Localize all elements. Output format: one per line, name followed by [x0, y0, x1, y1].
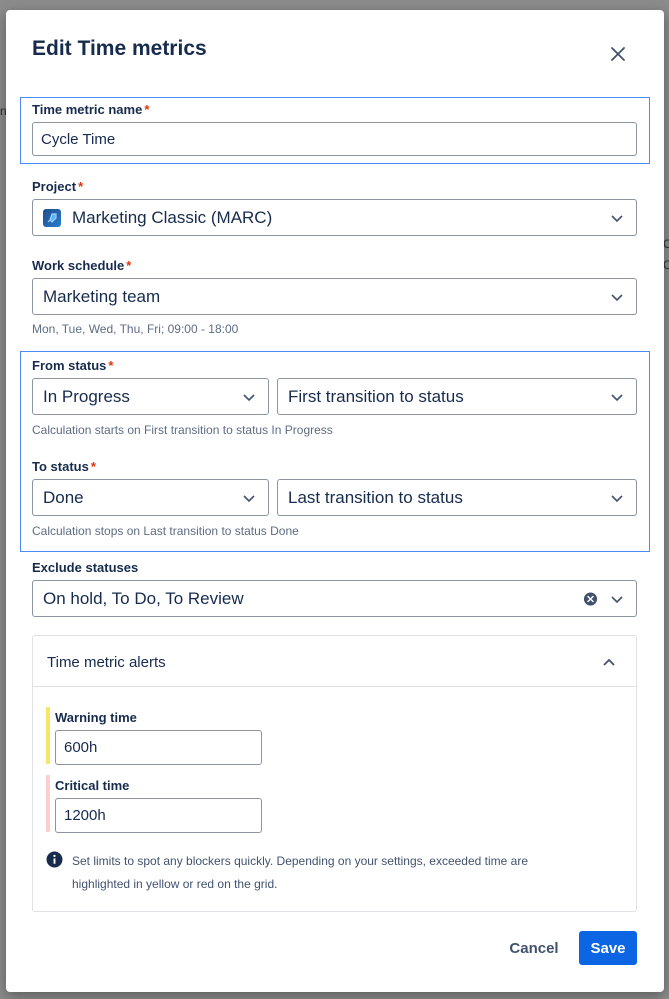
- alerts-info-line: Set limits to spot any blockers quickly.…: [72, 854, 529, 868]
- edit-time-metrics-dialog: Edit Time metrics Time metric name * Cycl…: [6, 10, 664, 992]
- chevron-down-icon: [611, 494, 623, 502]
- chevron-down-icon: [611, 595, 623, 603]
- dialog-title: Edit Time metrics: [32, 37, 207, 60]
- chevron-down-icon: [611, 393, 623, 401]
- chevron-down-icon: [243, 393, 255, 401]
- to-status-select[interactable]: Done: [32, 479, 269, 516]
- to-status-value: Done: [43, 487, 84, 507]
- critical-time-label: Critical time: [55, 778, 130, 793]
- close-button[interactable]: [604, 40, 632, 68]
- time-metric-alerts-panel: Time metric alerts Warning time 600h Cri…: [32, 635, 637, 912]
- critical-color-bar: [46, 775, 50, 832]
- from-status-value: In Progress: [43, 386, 130, 406]
- to-transition-value: Last transition to status: [288, 487, 463, 507]
- time-metric-name-value: Cycle Time: [41, 130, 116, 148]
- from-status-help: Calculation starts on First transition t…: [32, 423, 333, 437]
- exclude-statuses-label: Exclude statuses: [32, 560, 139, 575]
- chevron-down-icon: [243, 494, 255, 502]
- from-status-label: From status *: [32, 358, 114, 373]
- warning-color-bar: [46, 707, 50, 764]
- close-icon: [611, 47, 625, 61]
- exclude-statuses-select[interactable]: On hold, To Do, To Review: [32, 580, 637, 617]
- to-transition-select[interactable]: Last transition to status: [277, 479, 637, 516]
- critical-time-input[interactable]: 1200h: [55, 798, 262, 833]
- clear-icon[interactable]: [583, 591, 598, 606]
- alerts-header-toggle[interactable]: Time metric alerts: [33, 636, 636, 687]
- project-label: Project *: [32, 179, 84, 194]
- project-value: Marketing Classic (MARC): [72, 207, 273, 227]
- work-schedule-label: Work schedule *: [32, 258, 132, 273]
- chevron-up-icon: [603, 658, 615, 666]
- work-schedule-select[interactable]: Marketing team: [32, 278, 637, 315]
- alerts-info-text: Set limits to spot any blockers quickly.…: [72, 850, 528, 895]
- alerts-title: Time metric alerts: [47, 654, 166, 671]
- work-schedule-value: Marketing team: [43, 286, 161, 306]
- from-transition-value: First transition to status: [288, 386, 464, 406]
- cancel-button[interactable]: Cancel: [504, 931, 564, 965]
- to-status-help: Calculation stops on Last transition to …: [32, 524, 299, 538]
- time-metric-name-input[interactable]: Cycle Time: [32, 122, 637, 156]
- info-icon: [46, 851, 63, 868]
- from-status-select[interactable]: In Progress: [32, 378, 269, 415]
- from-transition-select[interactable]: First transition to status: [277, 378, 637, 415]
- warning-time-input[interactable]: 600h: [55, 730, 262, 765]
- project-rocket-icon: [43, 208, 61, 227]
- warning-time-value: 600h: [64, 739, 98, 756]
- chevron-down-icon: [611, 293, 623, 301]
- warning-time-label: Warning time: [55, 710, 137, 725]
- exclude-statuses-value: On hold, To Do, To Review: [43, 588, 244, 608]
- critical-time-value: 1200h: [64, 807, 106, 824]
- alerts-info-line: highlighted in yellow or red on the grid…: [72, 876, 278, 891]
- name-label: Time metric name *: [32, 102, 150, 117]
- work-schedule-help: Mon, Tue, Wed, Thu, Fri; 09:00 - 18:00: [32, 322, 239, 336]
- project-select[interactable]: Marketing Classic (MARC): [32, 199, 637, 236]
- to-status-label: To status *: [32, 459, 96, 474]
- save-button[interactable]: Save: [579, 931, 637, 965]
- chevron-down-icon: [611, 214, 623, 222]
